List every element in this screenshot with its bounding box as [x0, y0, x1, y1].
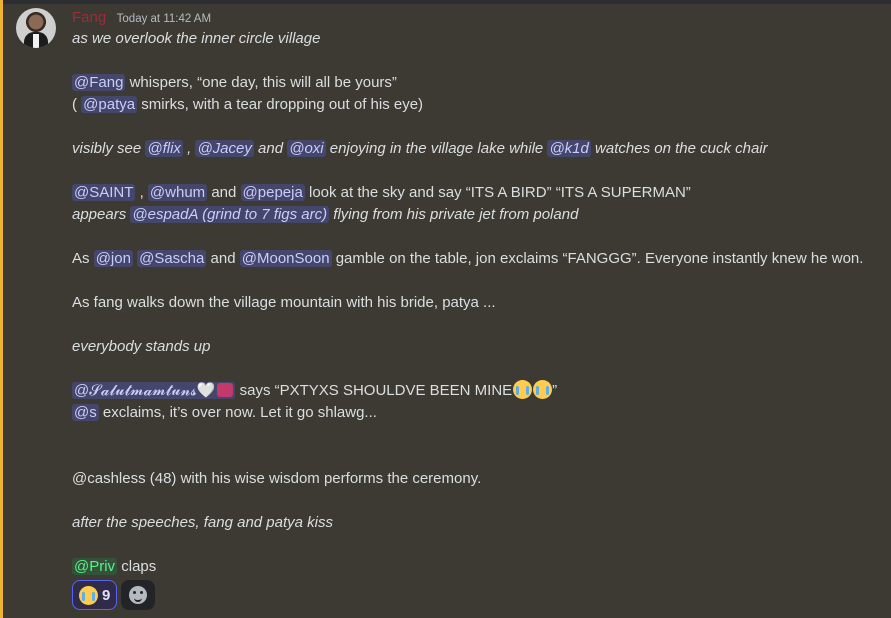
role-badge-icon — [217, 383, 234, 397]
user-mention[interactable]: @𝓢𝓪𝓵𝓾𝓽𝓶𝓪𝓶𝓽𝓾𝓷𝓼🤍 — [72, 382, 236, 399]
message-timestamp[interactable]: Today at 11:42 AM — [117, 13, 211, 25]
message-line: appears @espadA (grind to 7 figs arc) fl… — [72, 204, 886, 226]
line-text: and — [207, 184, 241, 201]
user-mention[interactable]: @oxi — [287, 140, 326, 157]
white-heart-icon: 🤍 — [196, 382, 216, 399]
avatar-shirt — [33, 34, 39, 48]
user-mention[interactable]: @Jacey — [195, 140, 254, 157]
line-text: says “PXTYXS SHOULDVE BEEN MINE — [235, 382, 513, 399]
author-name[interactable]: Fang — [72, 9, 106, 26]
sob-emoji-icon — [533, 380, 553, 399]
message-line: @SAINT , @whum and @pepeja look at the s… — [72, 182, 886, 204]
message-line: As @jon @Sascha and @MoonSoon gamble on … — [72, 248, 886, 270]
message-line: after the speeches, fang and patya kiss — [72, 514, 333, 531]
user-mention[interactable]: @SAINT — [72, 184, 136, 201]
line-text: gamble on the table, jon exclaims “FANGG… — [331, 250, 864, 267]
line-text: and — [253, 140, 288, 157]
message-line: @Priv claps — [72, 556, 886, 578]
line-text: , — [182, 140, 196, 157]
smiley-icon — [129, 586, 148, 604]
reactions-bar: 9 — [72, 580, 886, 610]
line-text: visibly see — [72, 140, 146, 157]
user-mention[interactable]: @whum — [147, 184, 208, 201]
message-line: ( @patya smirks, with a tear dropping ou… — [72, 94, 886, 116]
line-text: ” — [552, 382, 558, 399]
line-text: enjoying in the village lake while — [325, 140, 548, 157]
message-content: Fang Today at 11:42 AM as we overlook th… — [72, 8, 886, 610]
line-text: flying from his private jet from poland — [329, 206, 579, 223]
message-line: everybody stands up — [72, 338, 211, 355]
sob-emoji-icon — [513, 380, 533, 399]
line-text: look at the sky and say “ITS A BIRD” “IT… — [304, 184, 691, 201]
line-text: smirks, with a tear dropping out of his … — [137, 96, 424, 113]
line-text: whispers, “one day, this will all be you… — [125, 74, 397, 91]
line-text: appears — [72, 206, 131, 223]
user-mention[interactable]: @MoonSoon — [239, 250, 332, 267]
user-mention[interactable]: @Fang — [72, 74, 126, 91]
sob-emoji-icon — [79, 585, 98, 605]
top-edge-bar — [0, 0, 891, 4]
user-mention[interactable]: @Priv — [72, 558, 118, 575]
message-line: as we overlook the inner circle village — [72, 30, 321, 47]
user-mention[interactable]: @pepeja — [240, 184, 305, 201]
add-reaction-button[interactable] — [121, 580, 156, 610]
user-mention[interactable]: @flix — [145, 140, 183, 157]
mention-name: @𝓢𝓪𝓵𝓾𝓽𝓶𝓪𝓶𝓽𝓾𝓷𝓼 — [74, 382, 197, 399]
user-mention[interactable]: @k1d — [547, 140, 591, 157]
user-mention[interactable]: @Sascha — [137, 250, 207, 267]
message-line: As fang walks down the village mountain … — [72, 294, 496, 311]
reaction-count: 9 — [102, 586, 111, 604]
message-header: Fang Today at 11:42 AM — [72, 8, 886, 28]
user-mention[interactable]: @patya — [81, 96, 138, 113]
line-text: and — [206, 250, 240, 267]
user-mention[interactable]: @jon — [93, 250, 133, 267]
user-mention[interactable]: @espadA (grind to 7 figs arc) — [130, 206, 330, 223]
line-text: claps — [117, 558, 157, 575]
message-line: @𝓢𝓪𝓵𝓾𝓽𝓶𝓪𝓶𝓽𝓾𝓷𝓼🤍 says “PXTYXS SHOULDVE BEE… — [72, 380, 886, 402]
message-line: @s exclaims, it’s over now. Let it go sh… — [72, 402, 886, 424]
message-line: @cashless (48) with his wise wisdom perf… — [72, 470, 482, 487]
reaction-sob[interactable]: 9 — [72, 580, 118, 610]
message-line: visibly see @flix , @Jacey and @oxi enjo… — [72, 138, 886, 160]
line-text: As — [72, 250, 94, 267]
mention-highlight-bar — [0, 0, 3, 618]
line-text: watches on the cuck chair — [590, 140, 768, 157]
message-line: @Fang whispers, “one day, this will all … — [72, 72, 886, 94]
line-text: , — [135, 184, 148, 201]
line-text: ( — [72, 96, 82, 113]
user-mention[interactable]: @s — [72, 404, 99, 421]
line-text: exclaims, it’s over now. Let it go shlaw… — [98, 404, 377, 421]
avatar[interactable] — [16, 8, 56, 48]
